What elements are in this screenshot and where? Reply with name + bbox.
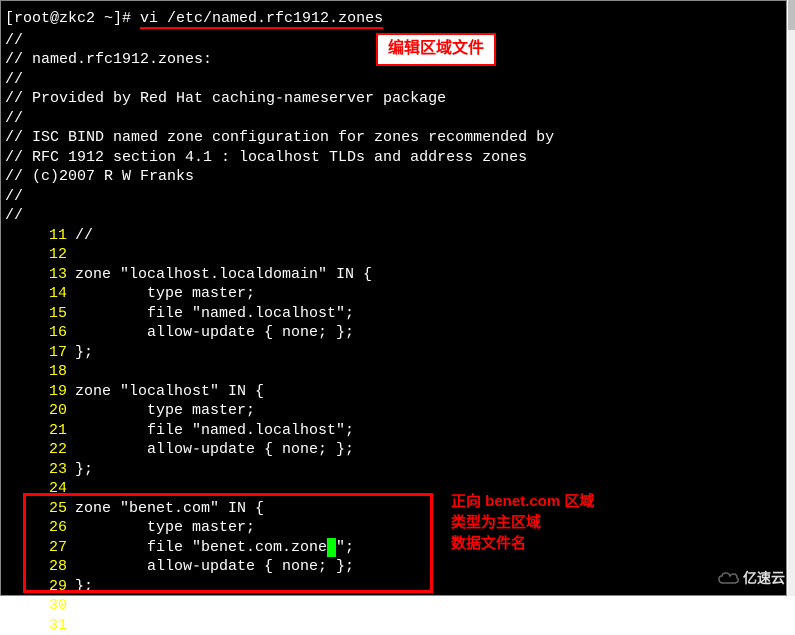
comment-line: // ISC BIND named zone configuration for… [5,128,782,148]
comment-line: // (c)2007 R W Franks [5,167,782,187]
code-text: type master; [75,401,255,421]
line-number: 28 [5,557,75,577]
prompt-prefix: [root@zkc2 ~]# [5,10,140,27]
code-line: 14 type master; [5,284,782,304]
terminal-window[interactable]: [root@zkc2 ~]# vi /etc/named.rfc1912.zon… [0,0,787,596]
code-text: zone "1.0.0.0.0.0.0.0.0.0.0.0.0.0.0.0.0.… [75,616,669,635]
cursor [327,538,336,558]
code-line: 27 file "benet.com.zone "; [5,538,782,558]
line-number: 11 [5,226,75,246]
line-number: 16 [5,323,75,343]
code-line: 18 [5,362,782,382]
code-text: file "named.localhost"; [75,421,354,441]
code-line: 15 file "named.localhost"; [5,304,782,324]
code-line: 26 type master; [5,518,782,538]
code-line: 13zone "localhost.localdomain" IN { [5,265,782,285]
code-text: allow-update { none; }; [75,323,354,343]
annotation-zone-description: 正向 benet.com 区域 类型为主区域 数据文件名 [451,491,594,554]
watermark: 亿速云 [717,568,785,588]
line-number: 24 [5,479,75,499]
code-text: type master; [75,284,255,304]
line-number: 30 [5,596,75,616]
code-line: 11// [5,226,782,246]
scrollbar[interactable] [788,0,795,596]
comment-line: // [5,206,782,226]
code-text: allow-update { none; }; [75,557,354,577]
code-text: }; [75,343,93,363]
code-line: 19zone "localhost" IN { [5,382,782,402]
code-text: file "benet.com.zone "; [75,538,354,558]
annotation-line: 类型为主区域 [451,512,594,533]
code-text: zone "benet.com" IN { [75,499,264,519]
code-line: 21 file "named.localhost"; [5,421,782,441]
code-text: type master; [75,518,255,538]
annotation-edit-zone-file: 编辑区域文件 [376,33,496,66]
line-number: 27 [5,538,75,558]
line-number: 26 [5,518,75,538]
code-line: 28 allow-update { none; }; [5,557,782,577]
code-text: // [75,226,93,246]
code-line: 30 [5,596,782,616]
code-body[interactable]: 11// 12 13zone "localhost.localdomain" I… [5,226,782,635]
comment-line: // RFC 1912 section 4.1 : localhost TLDs… [5,148,782,168]
scrollbar-thumb[interactable] [788,0,795,30]
comment-line: // Provided by Red Hat caching-nameserve… [5,89,782,109]
code-line: 12 [5,245,782,265]
typed-command: vi /etc/named.rfc1912.zones [140,10,383,29]
line-number: 22 [5,440,75,460]
code-line: 29}; [5,577,782,597]
code-line: 20 type master; [5,401,782,421]
code-text: zone "localhost" IN { [75,382,264,402]
code-text: zone "localhost.localdomain" IN { [75,265,372,285]
command-prompt: [root@zkc2 ~]# vi /etc/named.rfc1912.zon… [5,9,782,29]
line-number: 14 [5,284,75,304]
line-number: 15 [5,304,75,324]
code-text: allow-update { none; }; [75,440,354,460]
code-line: 23}; [5,460,782,480]
line-number: 23 [5,460,75,480]
line-number: 12 [5,245,75,265]
line-number: 29 [5,577,75,597]
annotation-line: 正向 benet.com 区域 [451,491,594,512]
line-number: 31 [5,616,75,635]
line-number: 21 [5,421,75,441]
code-line: 25zone "benet.com" IN { [5,499,782,519]
line-number: 19 [5,382,75,402]
line-number: 13 [5,265,75,285]
line-number: 20 [5,401,75,421]
watermark-text: 亿速云 [743,568,785,588]
line-number: 25 [5,499,75,519]
code-text: }; [75,577,93,597]
comment-line: // [5,109,782,129]
line-number: 18 [5,362,75,382]
comment-line: // [5,187,782,207]
code-text: file "named.localhost"; [75,304,354,324]
code-line: 24 [5,479,782,499]
cloud-icon [717,571,739,585]
code-line: 22 allow-update { none; }; [5,440,782,460]
code-line: 31zone "1.0.0.0.0.0.0.0.0.0.0.0.0.0.0.0.… [5,616,782,635]
code-text: }; [75,460,93,480]
annotation-line: 数据文件名 [451,533,594,554]
code-line: 16 allow-update { none; }; [5,323,782,343]
comment-line: // [5,70,782,90]
code-line: 17}; [5,343,782,363]
line-number: 17 [5,343,75,363]
